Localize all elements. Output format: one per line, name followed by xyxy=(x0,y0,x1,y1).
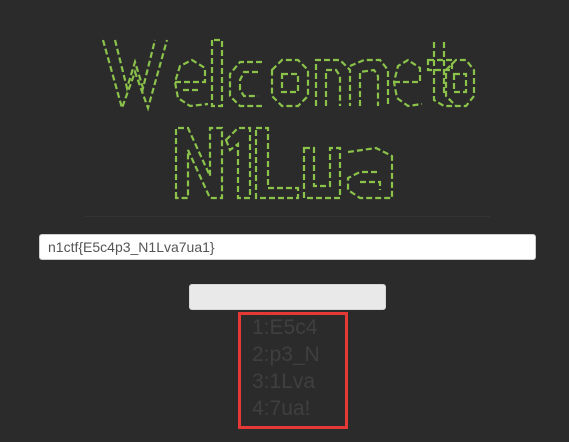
submit-button[interactable] xyxy=(189,284,386,310)
banner-line1-art xyxy=(101,38,476,112)
result-list: 1:E5c4 2:p3_N 3:1Lva 4:7ua! xyxy=(252,314,320,422)
ascii-art-banner: .stroke-art { fill: none; stroke: #8bc34… xyxy=(101,38,476,200)
divider-line xyxy=(85,216,490,217)
result-line-2: 2:p3_N xyxy=(252,343,320,366)
flag-input[interactable] xyxy=(39,234,536,260)
result-line-3: 3:1Lva xyxy=(252,370,316,393)
result-line-1: 1:E5c4 xyxy=(252,316,318,339)
page: .stroke-art { fill: none; stroke: #8bc34… xyxy=(0,0,569,442)
banner-line2-art xyxy=(174,126,394,200)
result-line-4: 4:7ua! xyxy=(252,397,311,420)
